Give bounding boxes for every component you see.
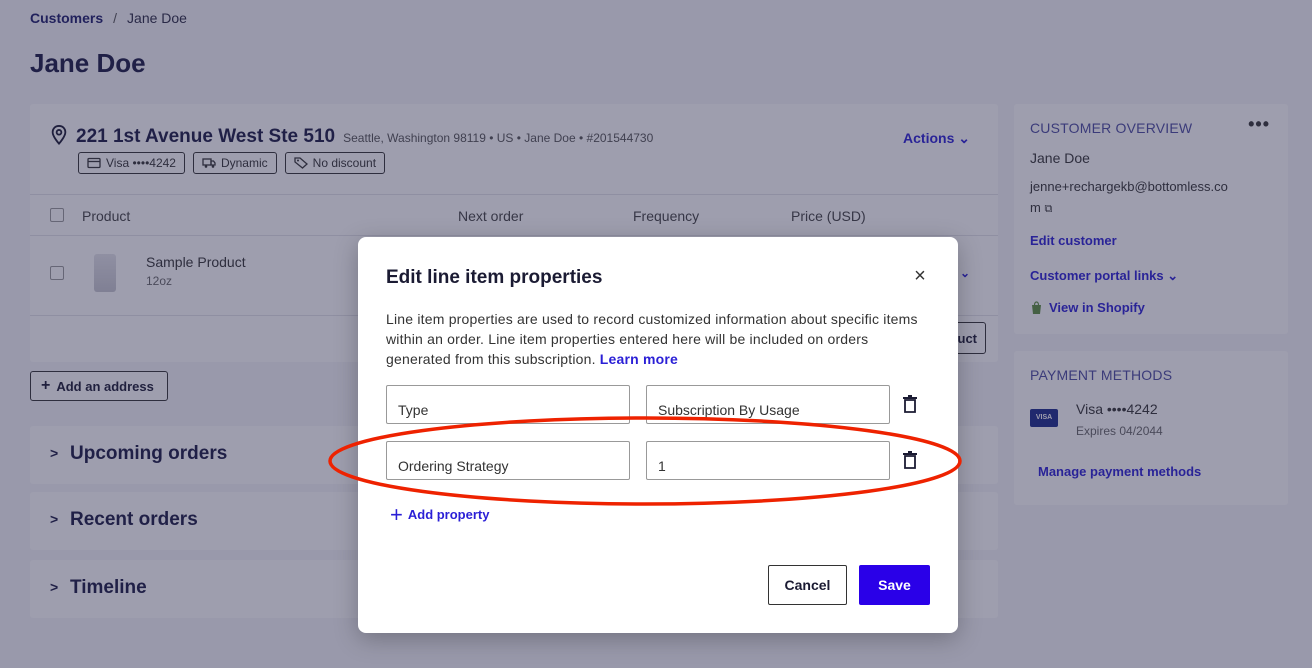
edit-line-item-properties-modal: Edit line item properties × Line item pr… <box>358 237 958 633</box>
modal-title: Edit line item properties <box>386 267 603 288</box>
trash-icon[interactable] <box>903 395 917 413</box>
property-value-input[interactable] <box>646 385 890 424</box>
property-value-input[interactable] <box>646 441 890 480</box>
trash-icon[interactable] <box>903 451 917 469</box>
close-icon[interactable]: × <box>910 266 930 287</box>
save-button[interactable]: Save <box>859 565 930 605</box>
learn-more-link[interactable]: Learn more <box>600 351 678 367</box>
cancel-button[interactable]: Cancel <box>768 565 847 605</box>
property-name-input[interactable] <box>386 441 630 480</box>
add-property-label: Add property <box>407 507 490 522</box>
plus-icon: + <box>390 501 403 527</box>
modal-description: Line item properties are used to record … <box>386 309 926 369</box>
add-property-button[interactable]: + Add property <box>390 501 490 527</box>
property-name-input[interactable] <box>386 385 630 424</box>
